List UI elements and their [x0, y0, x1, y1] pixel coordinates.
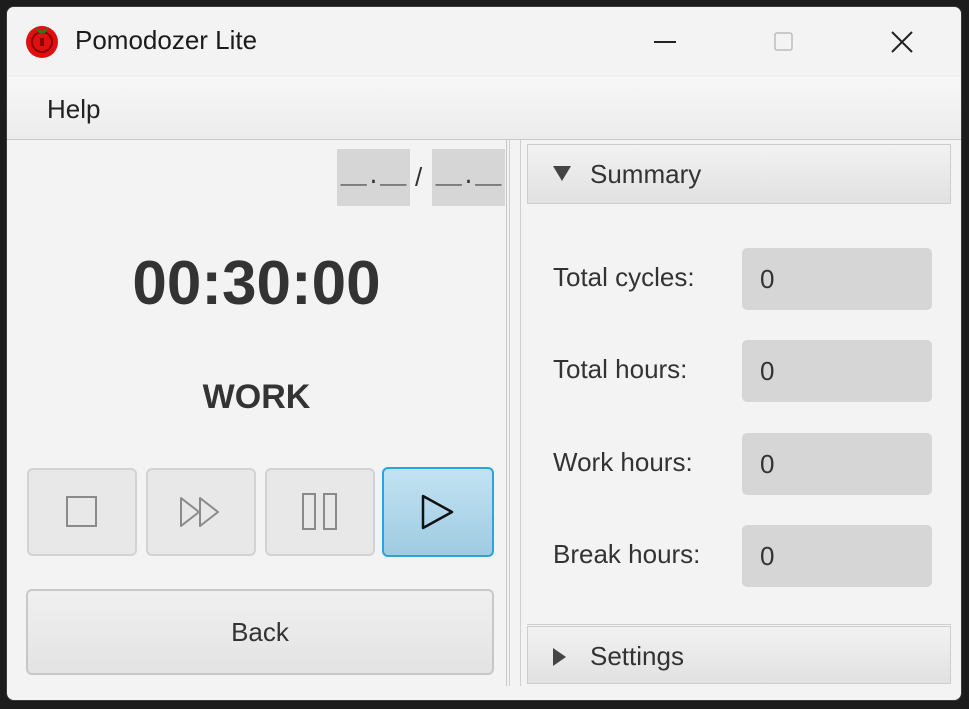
- close-button[interactable]: [843, 7, 961, 77]
- break-hours-label: Break hours:: [553, 539, 701, 569]
- tomato-icon: [26, 26, 58, 58]
- total-hours-value: 0: [742, 340, 932, 402]
- play-button[interactable]: [382, 467, 494, 557]
- skip-button[interactable]: [146, 468, 256, 556]
- start-time-field: __.__: [337, 149, 410, 206]
- total-hours-label: Total hours:: [553, 354, 688, 384]
- total-cycles-value: 0: [742, 248, 932, 310]
- title-bar: Pomodozer Lite: [7, 7, 961, 77]
- phase-label: WORK: [202, 378, 311, 416]
- maximize-button[interactable]: [725, 7, 843, 77]
- close-icon: [891, 31, 913, 53]
- summary-title: Summary: [590, 159, 702, 189]
- stop-button[interactable]: [27, 468, 137, 556]
- window-title: Pomodozer Lite: [75, 25, 258, 55]
- split-divider[interactable]: [509, 140, 521, 686]
- pause-icon: [302, 493, 337, 530]
- minimize-icon: [654, 41, 676, 43]
- end-time-field: __.__: [432, 149, 505, 206]
- settings-title: Settings: [590, 641, 684, 671]
- total-cycles-label: Total cycles:: [553, 262, 695, 292]
- back-button[interactable]: Back: [26, 589, 494, 675]
- minimize-button[interactable]: [607, 7, 725, 77]
- app-window: Pomodozer Lite Help __.__ / __.__ 00:30:…: [6, 6, 962, 701]
- play-icon: [421, 494, 454, 530]
- expanded-arrow-icon: [553, 166, 571, 181]
- settings-header[interactable]: Settings: [527, 626, 951, 684]
- work-hours-value: 0: [742, 433, 932, 495]
- break-hours-value: 0: [742, 525, 932, 587]
- pause-button[interactable]: [265, 468, 375, 556]
- maximize-icon: [774, 32, 793, 51]
- collapsed-arrow-icon: [553, 648, 566, 666]
- stop-icon: [66, 496, 97, 527]
- side-pane: Summary Total cycles: 0 Total hours: 0 W…: [525, 140, 955, 686]
- summary-header[interactable]: Summary: [527, 144, 951, 204]
- summary-body: Total cycles: 0 Total hours: 0 Work hour…: [527, 204, 951, 625]
- main-content: __.__ / __.__ 00:30:00 WORK Back Summary…: [7, 140, 961, 686]
- menu-help[interactable]: Help: [47, 94, 100, 125]
- menu-bar: Help: [7, 77, 961, 140]
- skip-icon: [180, 497, 219, 527]
- work-hours-label: Work hours:: [553, 447, 693, 477]
- time-separator: /: [415, 162, 423, 192]
- timer-pane: __.__ / __.__ 00:30:00 WORK Back: [7, 140, 507, 686]
- countdown-display: 00:30:00: [132, 249, 381, 318]
